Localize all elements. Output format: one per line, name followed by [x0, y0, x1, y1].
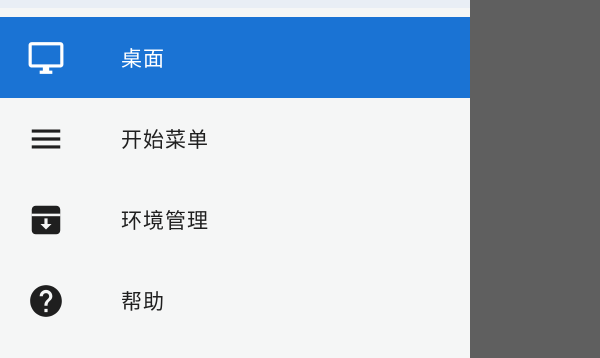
- menu-item-help[interactable]: 帮助: [0, 260, 470, 341]
- help-circle-icon: [27, 282, 65, 320]
- menu-item-desktop[interactable]: 桌面: [0, 17, 470, 98]
- navigation-drawer: 桌面 开始菜单 环境管理 帮助: [0, 0, 470, 358]
- menu-item-label: 开始菜单: [121, 127, 209, 152]
- drawer-scrim[interactable]: [470, 0, 600, 358]
- menu-item-label: 帮助: [121, 289, 165, 314]
- app-screen: 桌面 开始菜单 环境管理 帮助: [0, 0, 600, 358]
- archive-box-icon: [27, 201, 65, 239]
- desktop-monitor-icon: [27, 39, 65, 77]
- hamburger-menu-icon: [27, 120, 65, 158]
- drawer-header-strip: [0, 0, 470, 8]
- menu-item-label: 环境管理: [121, 208, 209, 233]
- menu-item-environment[interactable]: 环境管理: [0, 179, 470, 260]
- menu-item-start-menu[interactable]: 开始菜单: [0, 98, 470, 179]
- drawer-menu: 桌面 开始菜单 环境管理 帮助: [0, 17, 470, 341]
- menu-item-label: 桌面: [121, 46, 165, 71]
